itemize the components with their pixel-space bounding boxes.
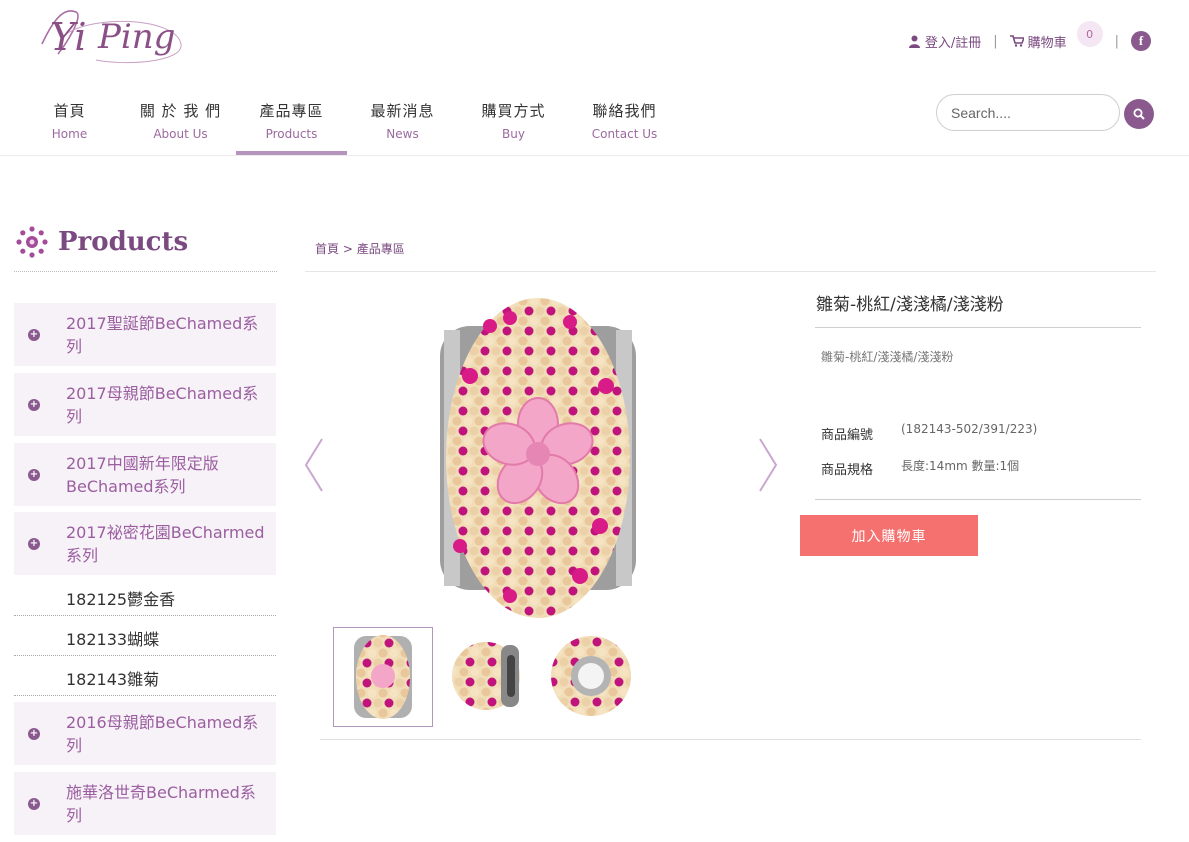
breadcrumb-current[interactable]: 產品專區	[357, 242, 405, 256]
product-spec-divider	[815, 499, 1141, 500]
breadcrumb: 首頁 > 產品專區	[315, 240, 405, 257]
gallery-divider	[320, 739, 1141, 740]
product-thumbnail-image	[452, 642, 520, 710]
plus-icon: +	[28, 398, 40, 411]
main-nav: 首頁 Home 關 於 我 們 About Us 產品專區 Products 最…	[14, 96, 680, 155]
subcategory-label: 182143雛菊	[66, 670, 160, 689]
nav-label-zh: 關 於 我 們	[139, 102, 222, 120]
category-label: 2017母親節BeChamed系列	[66, 383, 259, 426]
sidebar-title-divider	[14, 271, 277, 272]
breadcrumb-home[interactable]: 首頁	[315, 242, 339, 256]
nav-label-en: About Us	[153, 127, 208, 141]
product-main-image	[440, 298, 636, 618]
spec-code-label: 商品編號	[821, 428, 874, 443]
nav-home[interactable]: 首頁 Home	[14, 96, 125, 155]
product-thumbnail[interactable]	[437, 627, 537, 727]
product-thumbnail-image	[551, 636, 631, 716]
category-item[interactable]: + 2017母親節BeChamed系列	[14, 373, 276, 436]
nav-products[interactable]: 產品專區 Products	[236, 96, 347, 155]
facebook-icon[interactable]: f	[1131, 31, 1151, 51]
divider: |	[993, 33, 998, 49]
breadcrumb-separator: >	[342, 242, 353, 256]
nav-label-zh: 最新消息	[370, 102, 435, 120]
category-label: 2017聖誕節BeChamed系列	[66, 313, 259, 356]
nav-news[interactable]: 最新消息 News	[347, 96, 458, 155]
plus-icon: +	[28, 328, 40, 341]
category-item[interactable]: + 2017中國新年限定版BeChamed系列	[14, 443, 276, 506]
nav-label-en: Products	[265, 127, 318, 141]
search-icon	[1133, 108, 1145, 120]
login-label: 登入/註冊	[924, 35, 982, 51]
subcategory-item[interactable]: 182143雛菊	[14, 656, 276, 696]
spec-code-value: (182143-502/391/223)	[901, 422, 1038, 436]
cart-icon	[1009, 35, 1024, 47]
subcategory-label: 182133蝴蝶	[66, 630, 160, 649]
chevron-left-icon[interactable]	[303, 437, 325, 493]
spec-size-value: 長度:14mm 數量:1個	[901, 459, 1020, 473]
category-label: 施華洛世奇BeCharmed系列	[66, 782, 256, 825]
user-icon	[908, 35, 920, 48]
category-item[interactable]: + 施華洛世奇BeCharmed系列	[14, 772, 276, 835]
yiping-logo[interactable]: Yi Ping	[36, 4, 186, 70]
svg-text:Ping: Ping	[97, 17, 175, 57]
nav-about[interactable]: 關 於 我 們 About Us	[125, 96, 236, 155]
category-label: 2017祕密花園BeCharmed系列	[66, 522, 265, 565]
subcategory-item[interactable]: 182125鬱金香	[14, 576, 276, 616]
category-item-expanded[interactable]: + 2017祕密花園BeCharmed系列	[14, 512, 276, 575]
nav-label-zh: 購買方式	[481, 102, 546, 120]
sidebar-title: Products	[14, 224, 188, 260]
subcategory-item[interactable]: 182133蝴蝶	[14, 616, 276, 656]
plus-icon: +	[28, 468, 40, 481]
chevron-right-icon[interactable]	[757, 437, 779, 493]
product-description: 雛菊-桃紅/淺淺橘/淺淺粉	[821, 350, 954, 364]
category-item[interactable]: + 2017聖誕節BeChamed系列	[14, 303, 276, 366]
nav-buy[interactable]: 購買方式 Buy	[458, 96, 569, 155]
category-label: 2016母親節BeChamed系列	[66, 712, 259, 755]
search-input[interactable]	[936, 94, 1120, 131]
nav-label-en: Buy	[502, 127, 525, 141]
nav-label-zh: 聯絡我們	[592, 102, 657, 120]
login-link[interactable]: 登入/註冊	[908, 32, 981, 51]
category-label: 2017中國新年限定版BeChamed系列	[66, 453, 219, 496]
product-title: 雛菊-桃紅/淺淺橘/淺淺粉	[816, 295, 1004, 315]
nav-label-en: News	[386, 127, 419, 141]
top-links: 登入/註冊 | 購物車 0 | f	[908, 21, 1151, 56]
product-thumbnail[interactable]	[333, 627, 433, 727]
category-item[interactable]: + 2016母親節BeChamed系列	[14, 702, 276, 765]
cart-label: 購物車	[1027, 35, 1067, 51]
spec-size-label: 商品規格	[821, 463, 874, 478]
nav-label-zh: 產品專區	[259, 102, 324, 120]
add-to-cart-button[interactable]: 加入購物車	[800, 515, 978, 556]
flower-icon	[16, 226, 48, 258]
nav-label-zh: 首頁	[53, 102, 86, 120]
plus-icon: +	[28, 797, 40, 810]
sidebar-title-text: Products	[58, 227, 189, 257]
header-divider	[0, 155, 1189, 156]
plus-icon: +	[28, 537, 40, 550]
breadcrumb-divider	[305, 271, 1156, 272]
search-button[interactable]	[1124, 99, 1154, 129]
subcategory-label: 182125鬱金香	[66, 590, 176, 609]
plus-icon: +	[28, 727, 40, 740]
product-title-divider	[815, 327, 1141, 328]
cart-link[interactable]: 購物車 0	[1009, 21, 1103, 51]
cart-count-badge: 0	[1076, 21, 1103, 47]
nav-contact[interactable]: 聯絡我們 Contact Us	[569, 96, 680, 155]
product-thumbnail-image	[354, 635, 412, 719]
nav-label-en: Contact Us	[591, 127, 658, 141]
product-thumbnail[interactable]	[542, 627, 642, 727]
divider: |	[1114, 33, 1119, 49]
svg-text:Yi: Yi	[50, 15, 87, 59]
nav-label-en: Home	[51, 127, 88, 141]
